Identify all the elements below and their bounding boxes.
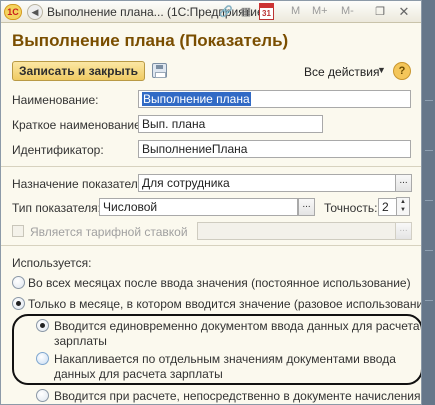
memory-minus-button[interactable]: M- xyxy=(341,5,354,17)
identifier-field[interactable]: ВыполнениеПлана xyxy=(138,140,411,158)
identifier-label: Идентификатор: xyxy=(12,143,104,157)
1c-logo-icon[interactable]: 1С xyxy=(4,4,22,20)
type-label: Тип показателя: xyxy=(12,201,101,215)
radio-month-only-label[interactable]: Только в месяце, в котором вводится знач… xyxy=(28,297,421,311)
purpose-field[interactable]: Для сотрудника xyxy=(138,174,396,192)
restore-icon[interactable]: ❐ xyxy=(373,4,387,20)
short-name-label: Краткое наименование: xyxy=(12,118,145,132)
type-field[interactable]: Числовой xyxy=(99,198,298,216)
type-select-button[interactable]: ... xyxy=(298,198,315,216)
save-disk-icon[interactable] xyxy=(152,63,167,78)
radio-on-calculation[interactable] xyxy=(36,389,49,402)
short-name-field[interactable]: Вып. плана xyxy=(138,115,323,133)
save-and-close-button[interactable]: Записать и закрыть xyxy=(12,61,145,81)
calendar-icon[interactable]: 31 xyxy=(259,3,274,20)
close-icon[interactable]: ✕ xyxy=(397,4,411,20)
name-value: Выполнение плана xyxy=(142,92,251,106)
purpose-label: Назначение показателя: xyxy=(12,177,148,191)
divider xyxy=(1,166,421,167)
purpose-select-button[interactable]: ... xyxy=(395,174,412,192)
tariff-checkbox[interactable] xyxy=(12,225,24,237)
tariff-select-button[interactable]: ... xyxy=(395,222,412,240)
precision-field[interactable]: 2 xyxy=(378,198,397,216)
precision-label: Точность: xyxy=(324,201,378,215)
radio-all-months-label[interactable]: Во всех месяцах после ввода значения (по… xyxy=(28,276,411,290)
title-bar: 1С ◀ Выполнение плана... (1С:Предприятие… xyxy=(1,1,421,23)
back-icon[interactable]: ◀ xyxy=(27,4,43,20)
link-icon[interactable]: 🔗 xyxy=(219,4,233,20)
precision-stepper[interactable]: ▲ ▼ xyxy=(396,197,410,216)
radio-on-calculation-label[interactable]: Вводится при расчете, непосредственно в … xyxy=(54,389,421,403)
background-window-edge xyxy=(422,0,435,405)
radio-all-months[interactable] xyxy=(12,276,25,289)
highlight-oval xyxy=(12,314,421,385)
tariff-field[interactable] xyxy=(197,222,396,240)
tariff-label: Является тарифной ставкой xyxy=(30,225,188,239)
help-icon[interactable]: ? xyxy=(393,62,411,80)
window-title: Выполнение плана... (1С:Предприятие) xyxy=(47,5,268,19)
memory-m-button[interactable]: M xyxy=(291,5,300,17)
stepper-up-icon[interactable]: ▲ xyxy=(397,198,409,206)
page-title: Выполнение плана (Показатель) xyxy=(12,31,289,50)
name-label: Наименование: xyxy=(12,93,99,107)
name-field[interactable]: Выполнение плана xyxy=(138,90,411,108)
divider xyxy=(1,245,421,246)
all-actions-menu[interactable]: Все действия xyxy=(304,65,379,79)
memory-plus-button[interactable]: M+ xyxy=(312,5,328,17)
calculator-icon[interactable]: ▦ xyxy=(239,4,253,20)
chevron-down-icon[interactable]: ▼ xyxy=(377,65,386,75)
stepper-down-icon[interactable]: ▼ xyxy=(397,206,409,214)
form-window: 1С ◀ Выполнение плана... (1С:Предприятие… xyxy=(0,0,422,405)
radio-month-only[interactable] xyxy=(12,297,25,310)
usage-label: Используется: xyxy=(12,256,92,270)
